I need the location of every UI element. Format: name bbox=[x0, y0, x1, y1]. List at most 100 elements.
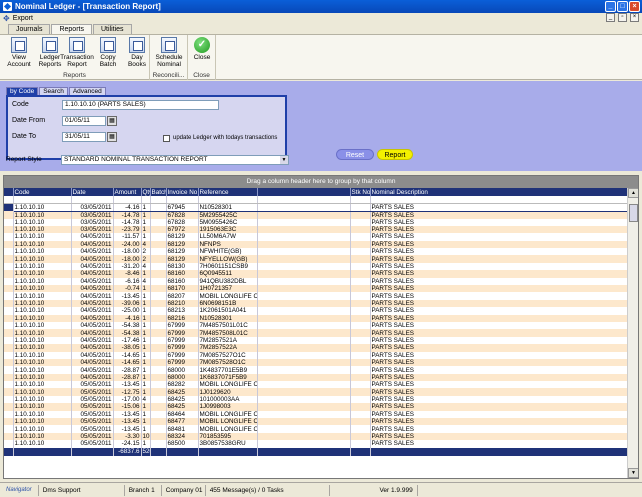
table-row[interactable]: 1.10.10.10 04/05/2011 -54.38 1 67999 7M485750… bbox=[4, 321, 629, 330]
group-by-bar[interactable]: Drag a column header here to group by th… bbox=[4, 176, 638, 188]
col-stk-no[interactable]: Stk No bbox=[350, 188, 371, 196]
table-row[interactable]: 1.10.10.10 05/05/2011 -13.45 1 68464 MOBIL LO… bbox=[4, 410, 629, 419]
row-selector[interactable] bbox=[4, 381, 14, 389]
ledger-reports-button[interactable]: Ledger Reports bbox=[37, 37, 63, 68]
close-window-button[interactable]: × bbox=[629, 1, 640, 12]
table-row[interactable]: 1.10.10.10 04/05/2011 -0.74 1 68170 1H0721357… bbox=[4, 285, 629, 293]
row-selector[interactable] bbox=[4, 285, 14, 293]
view-account-button[interactable]: View Account bbox=[3, 37, 35, 68]
tab-journals[interactable]: Journals bbox=[8, 24, 51, 34]
table-row[interactable]: 1.10.10.10 04/05/2011 -18.00 2 68129 NFWHITE(… bbox=[4, 248, 629, 256]
row-selector[interactable] bbox=[4, 299, 14, 308]
vertical-scrollbar[interactable]: ▲ ▼ bbox=[627, 188, 638, 478]
table-row[interactable]: 1.10.10.10 04/05/2011 -25.00 1 68213 1K206150… bbox=[4, 307, 629, 315]
tab-search[interactable]: Search bbox=[39, 87, 68, 95]
row-selector[interactable] bbox=[4, 418, 14, 426]
tab-advanced[interactable]: Advanced bbox=[68, 87, 106, 95]
tab-by-code[interactable]: by Code bbox=[6, 87, 39, 95]
row-selector[interactable] bbox=[4, 270, 14, 278]
copy-batch-button[interactable]: Copy Batch bbox=[93, 37, 123, 68]
table-row[interactable]: 1.10.10.10 04/05/2011 -54.38 1 67999 7M485750… bbox=[4, 329, 629, 337]
row-selector[interactable] bbox=[4, 395, 14, 404]
col-nominal-description[interactable]: Nominal Description bbox=[370, 188, 629, 196]
row-selector[interactable] bbox=[4, 373, 14, 382]
scroll-up-icon[interactable]: ▲ bbox=[628, 188, 638, 198]
report-style-select[interactable]: STANDARD NOMINAL TRANSACTION REPORT ▼ bbox=[61, 155, 289, 165]
mdi-close-button[interactable]: × bbox=[630, 13, 639, 22]
status-messages[interactable]: 455 Message(s) / 0 Tasks bbox=[206, 484, 330, 496]
col-qty[interactable]: Qty bbox=[141, 188, 151, 196]
table-row[interactable]: 1.10.10.10 04/05/2011 -6.16 4 68160 941QBU382… bbox=[4, 277, 629, 286]
row-selector[interactable] bbox=[4, 203, 14, 211]
col-code[interactable]: Code bbox=[13, 188, 72, 196]
row-selector[interactable] bbox=[4, 248, 14, 256]
row-selector[interactable] bbox=[4, 240, 14, 249]
table-row[interactable]: 1.10.10.10 04/05/2011 -14.65 1 67999 7M085752… bbox=[4, 351, 629, 359]
row-selector[interactable] bbox=[4, 432, 14, 441]
row-selector[interactable] bbox=[4, 277, 14, 286]
table-row[interactable]: 1.10.10.10 03/05/2011 -4.16 1 67945 N10528301… bbox=[4, 202, 629, 212]
row-selector[interactable] bbox=[4, 292, 14, 300]
table-row[interactable]: 1.10.10.10 04/05/2011 -13.45 1 68207 MOBIL LO… bbox=[4, 292, 629, 300]
row-selector[interactable] bbox=[4, 255, 14, 263]
row-selector[interactable] bbox=[4, 366, 14, 374]
date-to-calendar-icon[interactable]: ▦ bbox=[107, 132, 117, 142]
table-row[interactable]: 1.10.10.10 05/05/2011 -13.45 1 68477 MOBIL LO… bbox=[4, 418, 629, 426]
table-row[interactable]: 1.10.10.10 04/05/2011 -11.57 1 68129 LL50M6A7… bbox=[4, 233, 629, 241]
row-selector[interactable] bbox=[4, 425, 14, 433]
row-selector[interactable] bbox=[4, 358, 14, 367]
scroll-down-icon[interactable]: ▼ bbox=[628, 468, 638, 478]
table-row[interactable]: 1.10.10.10 04/05/2011 -18.00 2 68129 NFYELLOW… bbox=[4, 255, 629, 263]
table-row[interactable]: 1.10.10.10 05/05/2011 -12.75 1 68425 1J012962… bbox=[4, 388, 629, 396]
row-selector[interactable] bbox=[4, 403, 14, 411]
date-to-input[interactable]: 31/05/11 bbox=[62, 132, 106, 142]
reset-button[interactable]: Reset bbox=[336, 149, 374, 160]
row-selector[interactable] bbox=[4, 233, 14, 241]
row-selector[interactable] bbox=[4, 307, 14, 315]
row-selector[interactable] bbox=[4, 440, 14, 448]
table-row[interactable]: 1.10.10.10 03/05/2011 -14.78 1 67828 5M095542… bbox=[4, 218, 629, 226]
row-selector[interactable] bbox=[4, 351, 14, 359]
row-selector[interactable] bbox=[4, 262, 14, 271]
table-row[interactable]: 1.10.10.10 04/05/2011 -28.87 1 68000 1K683707… bbox=[4, 373, 629, 382]
scroll-thumb[interactable] bbox=[629, 204, 638, 222]
menu-export[interactable]: Export bbox=[13, 15, 33, 22]
tab-reports[interactable]: Reports bbox=[51, 24, 92, 34]
col-reference[interactable]: Reference bbox=[198, 188, 258, 196]
transaction-report-button[interactable]: Transaction Report bbox=[60, 37, 94, 68]
minimize-button[interactable]: _ bbox=[605, 1, 616, 12]
row-selector[interactable] bbox=[4, 321, 14, 330]
table-row[interactable]: 1.10.10.10 04/05/2011 -14.65 1 67999 7M085752… bbox=[4, 358, 629, 367]
table-row[interactable]: 1.10.10.10 04/05/2011 -38.05 1 67999 7M285752… bbox=[4, 344, 629, 352]
col-amount[interactable]: Amount bbox=[113, 188, 142, 196]
table-row[interactable]: 1.10.10.10 05/05/2011 -24.15 1 68500 3B085753… bbox=[4, 440, 629, 448]
update-ledger-checkbox[interactable] bbox=[163, 135, 170, 142]
row-selector[interactable] bbox=[4, 225, 14, 234]
table-row[interactable]: 1.10.10.10 03/05/2011 -23.79 1 67972 1915063E… bbox=[4, 225, 629, 234]
table-row[interactable]: 1.10.10.10 04/05/2011 -24.00 4 68129 NFNPS PAR… bbox=[4, 240, 629, 249]
date-from-input[interactable]: 01/05/11 bbox=[62, 116, 106, 126]
table-row[interactable]: 1.10.10.10 03/05/2011 -14.78 1 67828 5M295542… bbox=[4, 211, 629, 219]
col-invoice-no[interactable]: Invoice No bbox=[166, 188, 199, 196]
report-button[interactable]: Report bbox=[377, 149, 413, 160]
col-date[interactable]: Date bbox=[71, 188, 114, 196]
table-row[interactable]: 1.10.10.10 05/05/2011 -13.45 1 68282 MOBIL LO… bbox=[4, 381, 629, 389]
col-batch[interactable]: Batch bbox=[150, 188, 167, 196]
table-row[interactable]: 1.10.10.10 05/05/2011 -13.45 1 68481 MOBIL LO… bbox=[4, 425, 629, 433]
schedule-nominal-button[interactable]: Schedule Nominal bbox=[153, 37, 185, 68]
table-row[interactable]: 1.10.10.10 04/05/2011 -31.20 4 68130 7H060115… bbox=[4, 262, 629, 271]
table-row[interactable]: 1.10.10.10 04/05/2011 -28.87 1 68000 1K483770… bbox=[4, 366, 629, 374]
table-row[interactable]: 1.10.10.10 04/05/2011 -39.06 1 68210 6N069815… bbox=[4, 299, 629, 308]
row-selector[interactable] bbox=[4, 314, 14, 322]
row-selector[interactable] bbox=[4, 211, 14, 219]
table-row[interactable]: 1.10.10.10 04/05/2011 -8.46 1 68160 6Q0945511… bbox=[4, 270, 629, 278]
mdi-minimize-button[interactable]: _ bbox=[606, 13, 615, 22]
table-row[interactable]: 1.10.10.10 05/05/2011 -15.06 1 68425 1J099800… bbox=[4, 403, 629, 411]
row-selector[interactable] bbox=[4, 388, 14, 396]
mdi-restore-button[interactable]: ▫ bbox=[618, 13, 627, 22]
row-selector[interactable] bbox=[4, 410, 14, 419]
filter-row[interactable] bbox=[4, 196, 629, 204]
row-selector[interactable] bbox=[4, 336, 14, 345]
table-row[interactable]: 1.10.10.10 04/05/2011 -4.16 1 68216 N10528301… bbox=[4, 314, 629, 322]
row-selector[interactable] bbox=[4, 218, 14, 226]
